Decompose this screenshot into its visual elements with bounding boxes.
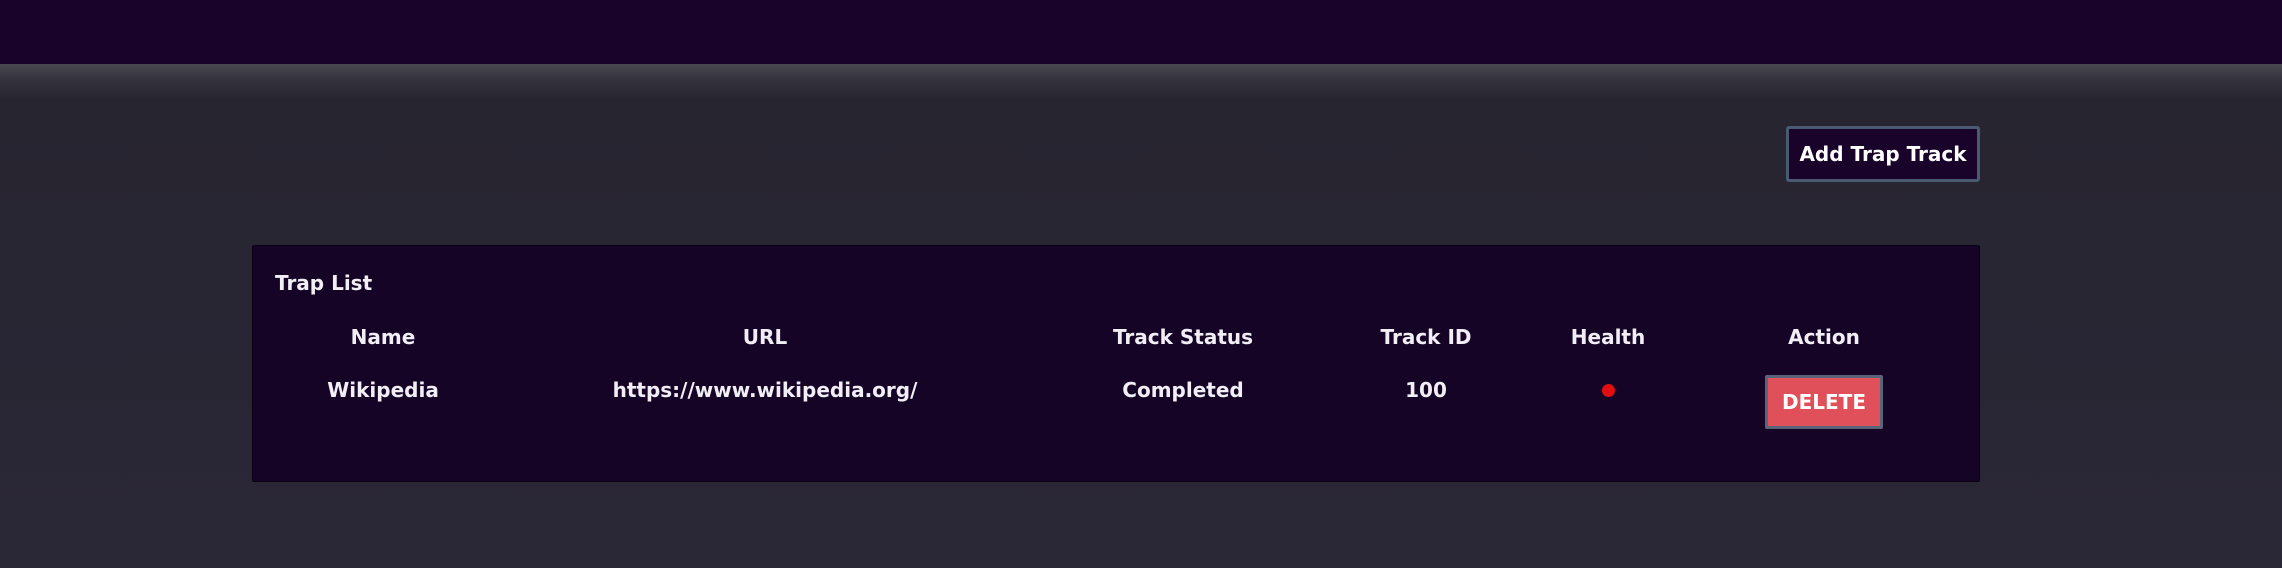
column-header-action: Action [1788, 325, 1860, 349]
trap-list-panel: Trap List Name URL Track Status Track ID… [252, 245, 1980, 482]
column-header-name: Name [350, 325, 416, 349]
column-header-track-status: Track Status [1112, 325, 1254, 349]
top-navbar [0, 0, 2282, 64]
track-status-cell: Completed [1122, 378, 1244, 402]
health-status-dot-icon [1602, 384, 1615, 397]
trap-list-title: Trap List [275, 271, 373, 295]
delete-button[interactable]: DELETE [1765, 375, 1883, 429]
add-trap-track-button[interactable]: Add Trap Track [1786, 126, 1980, 182]
track-id-cell: 100 [1405, 378, 1447, 402]
column-header-url: URL [742, 325, 788, 349]
column-header-health: Health [1570, 325, 1646, 349]
column-header-track-id: Track ID [1380, 325, 1472, 349]
trap-name-cell: Wikipedia [327, 378, 439, 402]
trap-url-cell: https://www.wikipedia.org/ [612, 378, 918, 402]
navbar-shadow [0, 64, 2282, 100]
